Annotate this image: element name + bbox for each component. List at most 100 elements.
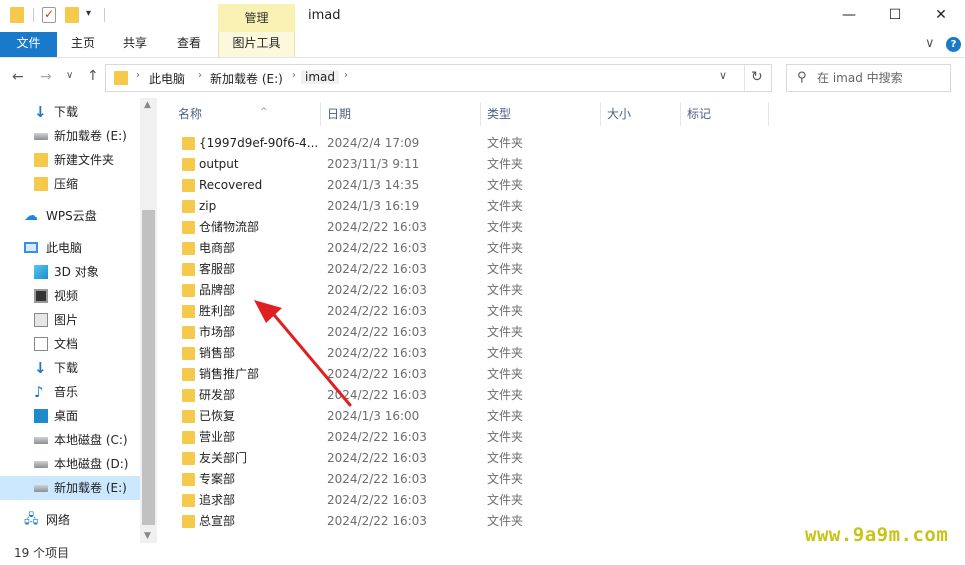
file-type: 文件夹 [487, 409, 524, 423]
chevron-right-icon[interactable]: › [292, 70, 296, 81]
file-date: 2024/2/22 16:03 [327, 367, 427, 381]
table-row[interactable]: 电商部 2024/2/22 16:03 文件夹 [160, 238, 760, 259]
table-row[interactable]: 总宣部 2024/2/22 16:03 文件夹 [160, 511, 760, 532]
chevron-right-icon[interactable]: › [198, 70, 202, 81]
column-header-name[interactable]: 名称 ^ [178, 98, 318, 128]
manage-tab[interactable]: 管理 [218, 4, 295, 32]
status-item-count: 19 个项目 [14, 546, 70, 560]
chevron-right-icon[interactable]: › [136, 70, 140, 81]
sidebar-item-wps-cloud[interactable]: ☁ WPS云盘 [0, 204, 140, 228]
expand-ribbon-icon[interactable]: ∨ [925, 36, 935, 51]
sidebar-item-3d-objects[interactable]: 3D 对象 [0, 260, 140, 284]
folder-icon[interactable] [10, 7, 24, 23]
sidebar-item-downloads-pinned[interactable]: ↓ 下载 [0, 100, 140, 124]
sidebar-scrollbar[interactable]: ▲ ▼ [140, 98, 157, 543]
table-row[interactable]: 市场部 2024/2/22 16:03 文件夹 [160, 322, 760, 343]
sidebar-item-label: 新建文件夹 [54, 153, 115, 167]
table-row[interactable]: zip 2024/1/3 16:19 文件夹 [160, 196, 760, 217]
file-type: 文件夹 [487, 325, 524, 339]
properties-icon[interactable] [42, 7, 56, 23]
column-header-type[interactable]: 类型 [487, 98, 597, 128]
scroll-up-icon[interactable]: ▲ [144, 100, 151, 110]
sidebar-item-compressed[interactable]: 压缩 [0, 172, 140, 196]
table-row[interactable]: 专案部 2024/2/22 16:03 文件夹 [160, 469, 760, 490]
scroll-down-icon[interactable]: ▼ [144, 531, 151, 541]
tab-share[interactable]: 共享 [112, 32, 158, 57]
search-input[interactable] [817, 66, 947, 90]
column-header-tags[interactable]: 标记 [687, 98, 767, 128]
table-row[interactable]: 友关部门 2024/2/22 16:03 文件夹 [160, 448, 760, 469]
sidebar-item-drive-c[interactable]: 本地磁盘 (C:) [0, 428, 140, 452]
column-header-size[interactable]: 大小 [607, 98, 677, 128]
tab-view[interactable]: 查看 [166, 32, 212, 57]
title-bar: ▾ 管理 imad — ☐ ✕ [0, 0, 965, 32]
breadcrumb-imad[interactable]: imad [301, 70, 339, 84]
maximize-button[interactable]: ☐ [872, 0, 918, 30]
tab-file[interactable]: 文件 [0, 32, 57, 57]
file-date: 2024/2/22 16:03 [327, 493, 427, 507]
scrollbar-thumb[interactable] [142, 210, 155, 525]
breadcrumb-this-pc[interactable]: 此电脑 [149, 70, 185, 87]
table-row[interactable]: {1997d9ef-90f6-4... 2024/2/4 17:09 文件夹 [160, 133, 760, 154]
table-row[interactable]: 客服部 2024/2/22 16:03 文件夹 [160, 259, 760, 280]
help-icon[interactable]: ? [946, 37, 961, 52]
tab-picture-tools[interactable]: 图片工具 [218, 32, 295, 57]
sidebar-item-music[interactable]: ♪ 音乐 [0, 380, 140, 404]
table-row[interactable]: 追求部 2024/2/22 16:03 文件夹 [160, 490, 760, 511]
sidebar-item-pictures[interactable]: 图片 [0, 308, 140, 332]
address-bar[interactable]: › 此电脑 › 新加载卷 (E:) › imad › ∨ ↻ [105, 64, 772, 92]
table-row[interactable]: 营业部 2024/2/22 16:03 文件夹 [160, 427, 760, 448]
close-button[interactable]: ✕ [918, 0, 964, 30]
file-type: 文件夹 [487, 367, 524, 381]
column-header-date[interactable]: 日期 [327, 98, 477, 128]
download-icon: ↓ [34, 359, 47, 377]
folder-icon [182, 431, 195, 444]
address-dropdown-icon[interactable]: ∨ [719, 69, 727, 82]
table-row[interactable]: 销售推广部 2024/2/22 16:03 文件夹 [160, 364, 760, 385]
folder-icon [182, 326, 195, 339]
tab-home[interactable]: 主页 [60, 32, 106, 57]
sidebar-item-documents[interactable]: 文档 [0, 332, 140, 356]
table-row[interactable]: 研发部 2024/2/22 16:03 文件夹 [160, 385, 760, 406]
file-name: 专案部 [199, 472, 236, 486]
sidebar-item-downloads[interactable]: ↓ 下载 [0, 356, 140, 380]
refresh-icon[interactable]: ↻ [751, 69, 763, 85]
table-row[interactable]: 仓储物流部 2024/2/22 16:03 文件夹 [160, 217, 760, 238]
sidebar-item-drive-e[interactable]: 新加载卷 (E:) [0, 476, 140, 500]
breadcrumb-drive-e[interactable]: 新加载卷 (E:) [210, 70, 283, 87]
folder-icon [182, 410, 195, 423]
minimize-button[interactable]: — [826, 0, 872, 30]
sidebar-item-drive-d[interactable]: 本地磁盘 (D:) [0, 452, 140, 476]
table-row[interactable]: output 2023/11/3 9:11 文件夹 [160, 154, 760, 175]
table-row[interactable]: 已恢复 2024/1/3 16:00 文件夹 [160, 406, 760, 427]
sidebar-item-desktop[interactable]: 桌面 [0, 404, 140, 428]
new-folder-icon[interactable] [65, 7, 79, 23]
file-name: 仓储物流部 [199, 220, 260, 234]
window-title: imad [308, 8, 341, 23]
sidebar-item-label: WPS云盘 [46, 209, 97, 223]
table-row[interactable]: Recovered 2024/1/3 14:35 文件夹 [160, 175, 760, 196]
file-type: 文件夹 [487, 514, 524, 528]
search-box[interactable]: ⚲ [786, 64, 951, 92]
sidebar-item-drive-e-pinned[interactable]: 新加载卷 (E:) [0, 124, 140, 148]
system-drive-icon [34, 437, 48, 444]
sidebar-item-videos[interactable]: 视频 [0, 284, 140, 308]
forward-icon[interactable]: → [40, 69, 52, 85]
sidebar-item-this-pc[interactable]: 此电脑 [0, 236, 140, 260]
file-name: {1997d9ef-90f6-4... [199, 136, 317, 150]
up-icon[interactable]: ↑ [87, 68, 99, 84]
sidebar-item-label: 网络 [46, 513, 71, 527]
table-row[interactable]: 销售部 2024/2/22 16:03 文件夹 [160, 343, 760, 364]
quick-access-dropdown-icon[interactable]: ▾ [86, 8, 91, 19]
navigation-pane: ↓ 下载 新加载卷 (E:) 新建文件夹 压缩 ☁ WPS云盘 此电脑 3D 对… [0, 98, 158, 543]
sidebar-item-new-folder[interactable]: 新建文件夹 [0, 148, 140, 172]
table-row[interactable]: 品牌部 2024/2/22 16:03 文件夹 [160, 280, 760, 301]
chevron-right-icon[interactable]: › [344, 70, 348, 81]
divider [768, 102, 769, 126]
3d-objects-icon [34, 265, 48, 279]
back-icon[interactable]: ← [12, 69, 24, 85]
sidebar-item-network[interactable]: 🖧 网络 [0, 508, 140, 532]
table-row[interactable]: 胜利部 2024/2/22 16:03 文件夹 [160, 301, 760, 322]
folder-icon [34, 153, 48, 167]
recent-locations-icon[interactable]: ∨ [66, 70, 73, 81]
